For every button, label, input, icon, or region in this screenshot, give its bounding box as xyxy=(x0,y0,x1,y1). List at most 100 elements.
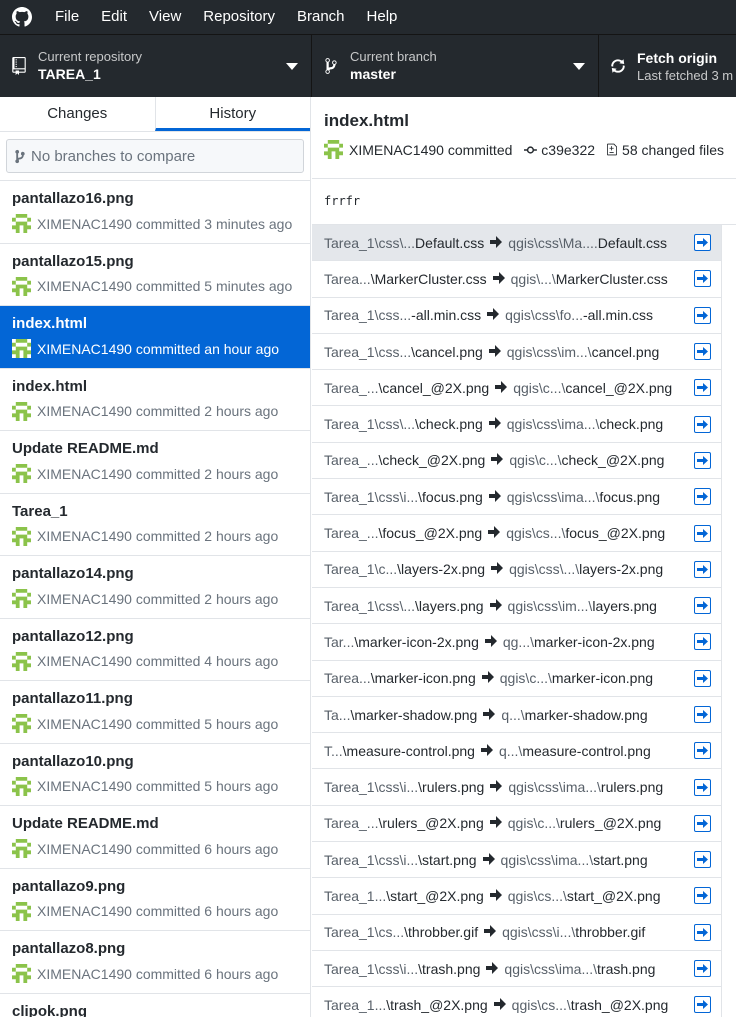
changed-file-row[interactable]: Tarea... \MarkerCluster.css qgis\...\ Marke… xyxy=(312,261,722,298)
menu-help[interactable]: Help xyxy=(356,0,409,34)
file-new-name: -all.min.css xyxy=(582,307,653,324)
changed-file-row[interactable]: Tarea_1\cs... \throbber.gif qgis\css\i...\… xyxy=(312,914,722,951)
rename-arrow-icon xyxy=(495,380,508,396)
file-old-path: Tarea_1\css\... xyxy=(324,416,416,433)
changed-file-row[interactable]: Tarea_1\css... \cancel.png qgis\css\im...\… xyxy=(312,333,722,371)
changed-file-row[interactable]: Tarea_1\css... -all.min.css qgis\css\fo...… xyxy=(312,297,722,334)
commit-row[interactable]: Tarea_1 XIMENAC1490 committed 2 hours ago xyxy=(0,494,310,556)
commit-row[interactable]: index.html XIMENAC1490 committed an hour … xyxy=(0,306,310,369)
renamed-status-icon xyxy=(694,706,711,723)
changed-file-row[interactable]: Tarea_1\c... \layers-2x.png qgis\css\...\ l… xyxy=(312,551,722,588)
file-old-name: \trash.png xyxy=(418,960,481,977)
commit-row[interactable]: pantallazo12.png XIMENAC1490 committed 4 … xyxy=(0,619,310,681)
commit-row[interactable]: pantallazo10.png XIMENAC1490 committed 5 … xyxy=(0,744,310,806)
repo-icon xyxy=(0,35,38,97)
changed-file-row[interactable]: Tarea_1\css\i... \trash.png qgis\css\ima..… xyxy=(312,950,722,988)
menu-branch[interactable]: Branch xyxy=(286,0,356,34)
renamed-status-icon xyxy=(694,887,711,905)
commit-row-title: clipok.png xyxy=(12,1002,87,1017)
file-old-path: Tarea_1... xyxy=(324,887,387,904)
commit-row[interactable]: Update README.md XIMENAC1490 committed 2 … xyxy=(0,431,310,494)
file-old-name: Default.css xyxy=(415,234,485,251)
menu-repository[interactable]: Repository xyxy=(192,0,286,34)
renamed-status-icon xyxy=(694,488,711,506)
compare-branch-input[interactable]: No branches to compare xyxy=(6,139,304,173)
commit-row[interactable]: pantallazo15.png XIMENAC1490 committed 5 … xyxy=(0,244,310,306)
changed-file-row[interactable]: T... \measure-control.png q...\ measure-con… xyxy=(312,733,722,770)
commit-row[interactable]: pantallazo11.png XIMENAC1490 committed 5 … xyxy=(0,681,310,744)
file-old-path: Ta... xyxy=(324,706,351,723)
commit-row[interactable]: clipok.png xyxy=(0,994,310,1017)
rename-arrow-icon xyxy=(487,307,500,323)
file-old-name: \throbber.gif xyxy=(404,924,479,941)
changed-file-row[interactable]: Tarea_1\css\... \layers.png qgis\css\im...… xyxy=(312,587,722,625)
rename-arrow-icon xyxy=(481,670,494,686)
changed-file-row[interactable]: Tarea_1\css\... Default.css qgis\css\Ma...… xyxy=(312,225,722,262)
file-old-name: \layers-2x.png xyxy=(397,561,486,578)
changed-file-row[interactable]: Tarea... \marker-icon.png qgis\c...\ marker… xyxy=(312,660,722,697)
commit-row[interactable]: pantallazo16.png XIMENAC1490 committed 3 … xyxy=(0,181,310,244)
file-new-path: qgis\css\ima...\ xyxy=(508,779,601,796)
file-new-path: qgis\css\ima...\ xyxy=(504,960,598,977)
file-new-name: measure-control.png xyxy=(522,742,651,759)
changed-file-row[interactable]: Tar... \marker-icon-2x.png qg...\ marker-ic… xyxy=(312,624,722,661)
commit-row-title: pantallazo14.png xyxy=(12,565,134,582)
changed-file-row[interactable]: Tarea_1\css\i... \start.png qgis\css\ima..… xyxy=(312,842,722,879)
menu-view[interactable]: View xyxy=(138,0,192,34)
current-repository-button[interactable]: Current repository TAREA_1 xyxy=(0,35,312,97)
changed-file-row[interactable]: Tarea_... \check_@2X.png qgis\c...\ check_@… xyxy=(312,442,722,480)
renamed-status-icon xyxy=(694,234,711,252)
commit-row[interactable]: pantallazo9.png XIMENAC1490 committed 6 h… xyxy=(0,869,310,931)
renamed-status-icon xyxy=(694,923,711,941)
commit-row[interactable]: pantallazo14.png XIMENAC1490 committed 2 … xyxy=(0,556,310,619)
file-old-path: Tarea_1\css\... xyxy=(324,597,416,614)
current-branch-button[interactable]: Current branch master xyxy=(312,35,599,97)
tab-changes[interactable]: Changes xyxy=(0,97,155,131)
file-old-name: \start.png xyxy=(418,851,477,868)
file-new-path: qgis\cs...\ xyxy=(506,525,566,542)
commit-row-author-time: XIMENAC1490 committed 6 hours ago xyxy=(37,903,279,919)
file-new-name: marker-icon-2x.png xyxy=(534,633,655,650)
changed-file-row[interactable]: Tarea_1\css\... \check.png qgis\css\ima...… xyxy=(312,406,722,443)
avatar xyxy=(12,964,31,983)
commit-row-title: pantallazo10.png xyxy=(12,752,134,770)
branch-label: Current branch xyxy=(350,48,437,64)
rename-arrow-icon xyxy=(489,598,502,614)
commit-row-author-time: XIMENAC1490 committed 2 hours ago xyxy=(37,403,279,419)
commit-row[interactable]: Update README.md XIMENAC1490 committed 6 … xyxy=(0,806,310,869)
changed-file-row[interactable]: Tarea_1... \start_@2X.png qgis\cs...\ start… xyxy=(312,878,722,915)
changed-file-row[interactable]: Tarea_1\css\i... \rulers.png qgis\css\ima.… xyxy=(312,769,722,806)
fetch-origin-button[interactable]: Fetch origin Last fetched 3 m xyxy=(599,35,736,97)
commit-row[interactable]: index.html XIMENAC1490 committed 2 hours … xyxy=(0,369,310,431)
commit-row-author-time: XIMENAC1490 committed an hour ago xyxy=(37,340,280,357)
menu-file[interactable]: File xyxy=(44,0,90,34)
commit-row-title: pantallazo12.png xyxy=(12,627,134,645)
changed-file-row[interactable]: Tarea_... \rulers_@2X.png qgis\c...\ rulers… xyxy=(312,805,722,843)
renamed-status-icon xyxy=(694,851,711,869)
rename-arrow-icon xyxy=(484,924,497,940)
changed-file-row[interactable]: Tarea_1... \trash_@2X.png qgis\cs...\ trash… xyxy=(312,987,722,1017)
changed-file-row[interactable]: Tarea_... \focus_@2X.png qgis\cs...\ focus_… xyxy=(312,515,722,552)
commit-header: index.html XIMENAC1490 committed c39e322… xyxy=(312,97,736,179)
commit-row-author-time: XIMENAC1490 committed 2 hours ago xyxy=(37,465,279,482)
file-old-path: Tarea_... xyxy=(324,379,379,396)
changed-file-row[interactable]: Tarea_... \cancel_@2X.png qgis\c...\ cancel… xyxy=(312,370,722,407)
commit-sha[interactable]: c39e322 xyxy=(541,142,595,158)
file-new-name: check.png xyxy=(599,416,664,433)
file-old-name: \check.png xyxy=(415,416,483,433)
branch-icon xyxy=(312,35,350,97)
renamed-status-icon xyxy=(694,415,711,433)
file-old-path: Tarea_... xyxy=(324,815,379,832)
tab-history[interactable]: History xyxy=(154,97,310,131)
commit-row-title: pantallazo15.png xyxy=(12,252,134,270)
file-new-path: qgis\css\ima...\ xyxy=(506,488,600,505)
file-old-name: \focus_@2X.png xyxy=(378,525,483,542)
changed-file-row[interactable]: Ta... \marker-shadow.png q...\ marker-shado… xyxy=(312,696,722,734)
changed-file-row[interactable]: Tarea_1\css\i... \focus.png qgis\css\ima..… xyxy=(312,479,722,516)
avatar xyxy=(12,276,31,296)
menu-edit[interactable]: Edit xyxy=(90,0,138,34)
file-new-path: qgis\css\im...\ xyxy=(506,343,592,360)
file-old-name: \check_@2X.png xyxy=(378,452,486,469)
avatar xyxy=(12,839,31,858)
commit-row[interactable]: pantallazo8.png XIMENAC1490 committed 6 h… xyxy=(0,931,310,994)
